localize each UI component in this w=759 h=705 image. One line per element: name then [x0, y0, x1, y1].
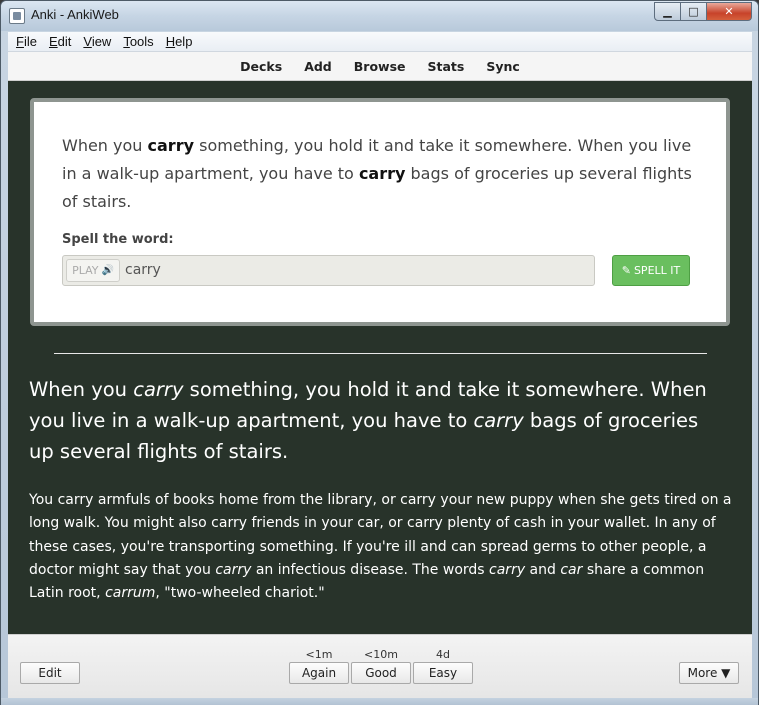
menu-edit-accel: E	[48, 34, 58, 49]
close-button[interactable]: ✕	[706, 2, 752, 21]
more-button[interactable]: More ▼	[679, 662, 739, 684]
menu-help-accel: H	[165, 34, 176, 49]
answer-definition-run: car	[560, 561, 583, 578]
toolbar-sync-link[interactable]: Sync	[486, 59, 519, 74]
menu-view[interactable]: View	[77, 34, 117, 49]
title-bar[interactable]: Anki - AnkiWeb ▁ □ ✕	[1, 1, 758, 31]
spell-label: Spell the word:	[62, 232, 174, 247]
anki-app-icon	[9, 8, 25, 24]
pencil-icon: ✎	[621, 264, 631, 277]
minimize-button[interactable]: ▁	[654, 2, 681, 21]
answer-sentence-run: When you	[29, 378, 134, 401]
answer-definition-run: and	[525, 561, 561, 578]
good-button[interactable]: Good	[351, 662, 411, 684]
answer-definition-run: carry	[215, 561, 252, 578]
review-bottom-bar: Edit <1m Again <10m Good 4d Easy More ▼	[8, 634, 752, 698]
toolbar-stats-link[interactable]: Stats	[428, 59, 465, 74]
question-sentence-run: carry	[147, 136, 195, 155]
menu-bar: File Edit View Tools Help	[8, 32, 752, 52]
menu-file-accel: F	[16, 34, 24, 49]
spell-input-value: carry	[125, 262, 161, 278]
menu-help-label: elp	[175, 34, 193, 49]
maximize-button[interactable]: □	[680, 2, 707, 21]
answer-definition-run: carrum	[105, 585, 156, 602]
spell-it-label: SPELL IT	[633, 264, 681, 277]
menu-tools[interactable]: Tools	[117, 34, 159, 49]
answer-sentence-run: carry	[473, 409, 524, 432]
menu-edit-label: dit	[57, 34, 72, 49]
menu-file[interactable]: File	[10, 34, 43, 49]
answer-definition-run: an infectious disease. The words	[251, 561, 490, 578]
answer-sentence: When you carry something, you hold it an…	[29, 374, 729, 467]
easy-button[interactable]: Easy	[413, 662, 473, 684]
toolbar-browse-link[interactable]: Browse	[354, 59, 406, 74]
easy-interval: 4d	[436, 648, 450, 661]
question-sentence: When you carry something, you hold it an…	[62, 132, 702, 216]
window-bottom-edge	[1, 698, 758, 705]
app-window: Anki - AnkiWeb ▁ □ ✕ File Edit View Tool…	[0, 0, 759, 705]
good-interval: <10m	[364, 648, 398, 661]
toolbar-decks-link[interactable]: Decks	[240, 59, 282, 74]
menu-help[interactable]: Help	[160, 34, 199, 49]
question-sentence-run: When you	[62, 136, 148, 155]
menu-tools-label: ools	[129, 34, 154, 49]
menu-file-label: ile	[23, 34, 37, 49]
menu-view-accel: V	[83, 34, 92, 49]
window-controls: ▁ □ ✕	[654, 2, 752, 21]
main-toolbar: Decks Add Browse Stats Sync	[8, 52, 752, 81]
answer-divider	[54, 353, 707, 354]
question-sentence-run: carry	[358, 164, 406, 183]
menu-edit[interactable]: Edit	[43, 34, 77, 49]
answer-sentence-run: carry	[133, 378, 184, 401]
play-audio-button[interactable]: PLAY 🔊	[66, 259, 120, 282]
answer-definition-run: , "two-wheeled chariot."	[155, 585, 325, 602]
speaker-icon: 🔊	[101, 265, 114, 276]
again-interval: <1m	[305, 648, 333, 661]
menu-view-label: iew	[91, 34, 112, 49]
spell-input[interactable]: PLAY 🔊 carry	[62, 255, 595, 286]
review-area: When you carry something, you hold it an…	[8, 81, 752, 634]
toolbar-add-link[interactable]: Add	[304, 59, 332, 74]
window-title: Anki - AnkiWeb	[31, 7, 119, 22]
answer-definition: You carry armfuls of books home from the…	[29, 489, 734, 605]
question-card: When you carry something, you hold it an…	[30, 98, 730, 326]
edit-button[interactable]: Edit	[20, 662, 80, 684]
spell-it-button[interactable]: ✎ SPELL IT	[612, 255, 690, 286]
play-label: PLAY	[72, 264, 99, 277]
again-button[interactable]: Again	[289, 662, 349, 684]
answer-definition-run: carry	[489, 561, 526, 578]
